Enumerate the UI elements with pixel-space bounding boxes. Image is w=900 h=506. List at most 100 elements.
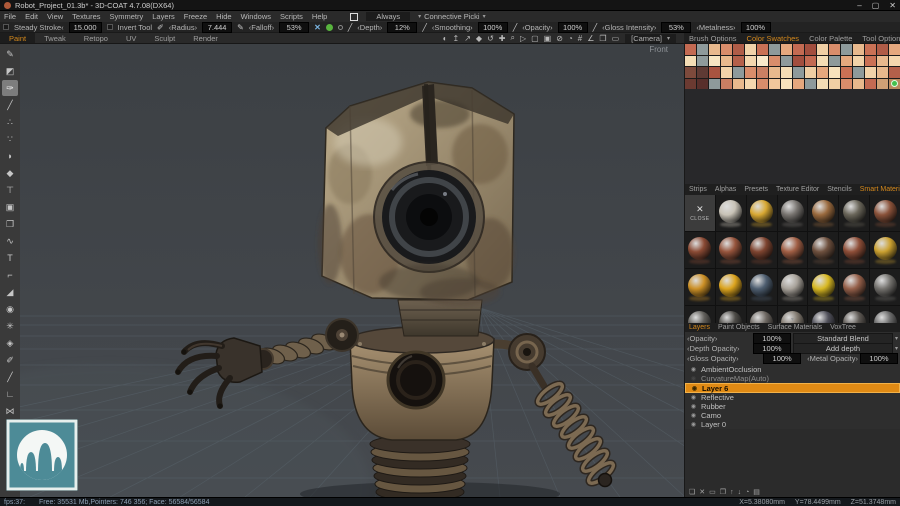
smart-material-thumbnail[interactable] [747, 195, 777, 231]
smoothing-value[interactable]: 100% [478, 22, 508, 33]
color-swatch[interactable] [877, 67, 888, 78]
layer-options-icon[interactable]: ▤ [753, 488, 760, 496]
eye-icon[interactable]: ◉ [690, 412, 697, 419]
color-swatch[interactable] [829, 67, 840, 78]
color-swatch[interactable] [697, 67, 708, 78]
color-swatch[interactable] [793, 67, 804, 78]
color-swatch[interactable] [697, 79, 708, 90]
pen-pressure-icon[interactable]: ╱ [348, 23, 353, 32]
frame-icon[interactable]: ▢ [531, 34, 539, 43]
timer-icon[interactable]: ◔ [568, 34, 573, 43]
close-button[interactable]: ✕ [889, 1, 896, 10]
maximize-button[interactable]: ▢ [872, 1, 880, 10]
Stencils[interactable]: Stencils [823, 186, 856, 193]
Render[interactable]: Render [184, 33, 227, 43]
color-swatch[interactable] [805, 44, 816, 55]
color-swatch[interactable] [769, 44, 780, 55]
smart-material-thumbnail[interactable] [747, 306, 777, 323]
layer-row[interactable]: ◉ CurvatureMap(Auto) [685, 374, 900, 383]
minimize-button[interactable]: – [857, 1, 861, 10]
color-swatch[interactable] [781, 79, 792, 90]
film-icon[interactable]: ▭ [612, 34, 620, 43]
smart-material-thumbnail[interactable] [808, 306, 838, 323]
Color Palette[interactable]: Color Palette [804, 34, 857, 43]
color-swatch[interactable] [709, 56, 720, 67]
color-swatch[interactable] [733, 67, 744, 78]
Surface Materials[interactable]: Surface Materials [764, 324, 826, 331]
color-swatch[interactable] [745, 44, 756, 55]
color-swatch[interactable] [853, 56, 864, 67]
smart-material-thumbnail[interactable] [747, 232, 777, 268]
menu-item[interactable]: Textures [72, 12, 100, 21]
menu-item[interactable]: Scripts [280, 12, 303, 21]
viewport-3d[interactable]: Front [20, 44, 684, 497]
close-material-button[interactable]: ✕ CLOSE [685, 195, 715, 231]
color-swatch[interactable] [793, 44, 804, 55]
line-tool-icon[interactable]: ╱ [2, 97, 18, 113]
layer-row[interactable]: ◉ Rubber [685, 402, 900, 411]
color-swatch[interactable] [877, 44, 888, 55]
menu-item[interactable]: Windows [241, 12, 271, 21]
always-dropdown[interactable]: Always [366, 12, 410, 21]
VoxTree[interactable]: VoxTree [826, 324, 860, 331]
color-swatch[interactable] [865, 67, 876, 78]
color-swatch[interactable] [769, 79, 780, 90]
rect-select-tool-icon[interactable]: ▣ [2, 199, 18, 215]
gear-tool-icon[interactable]: ✳ [2, 318, 18, 334]
Texture Editor[interactable]: Texture Editor [772, 186, 823, 193]
smart-material-thumbnail[interactable] [778, 232, 808, 268]
color-swatch[interactable] [697, 44, 708, 55]
smart-material-thumbnail[interactable] [870, 232, 900, 268]
color-swatch[interactable] [709, 79, 720, 90]
pick-icon[interactable]: ↥ [453, 34, 460, 43]
Paint[interactable]: Paint [0, 33, 35, 43]
pen-pressure-icon[interactable]: ╱ [513, 23, 518, 32]
color-swatch[interactable] [793, 56, 804, 67]
smart-material-thumbnail[interactable] [870, 195, 900, 231]
color-swatch[interactable] [757, 56, 768, 67]
color-swatch[interactable] [721, 79, 732, 90]
clone-tool-icon[interactable]: ❐ [2, 216, 18, 232]
Strips[interactable]: Strips [685, 186, 711, 193]
color-swatch[interactable] [757, 67, 768, 78]
color-swatch[interactable] [889, 56, 900, 67]
spray-tool-icon[interactable]: ∴ [2, 114, 18, 130]
Smart Materials[interactable]: Smart Materials [856, 186, 900, 193]
menu-item[interactable]: Edit [25, 12, 38, 21]
new-layer-icon[interactable]: ❏ [689, 488, 695, 496]
delete-layer-icon[interactable]: ✕ [699, 488, 705, 496]
color-swatch[interactable] [721, 56, 732, 67]
UV[interactable]: UV [117, 33, 145, 43]
color-swatch[interactable] [889, 44, 900, 55]
color-swatch[interactable] [817, 44, 828, 55]
smart-material-thumbnail[interactable] [685, 306, 715, 323]
smart-material-thumbnail[interactable] [685, 232, 715, 268]
material-preview-button[interactable] [350, 13, 358, 21]
Tweak[interactable]: Tweak [35, 33, 75, 43]
color-swatch[interactable] [757, 79, 768, 90]
blob-tool-icon[interactable]: ◆ [2, 165, 18, 181]
falloff-value[interactable]: 53% [279, 22, 309, 33]
color-swatch[interactable] [841, 79, 852, 90]
eye-icon[interactable]: ◉ [690, 394, 697, 401]
color-swatch[interactable] [685, 67, 696, 78]
color-swatch[interactable] [853, 67, 864, 78]
color-swatch[interactable] [781, 56, 792, 67]
Layers[interactable]: Layers [685, 324, 714, 331]
zoom-icon[interactable]: ⌕ [510, 33, 514, 43]
invert-tool-checkbox[interactable] [107, 24, 113, 30]
color-swatch[interactable] [685, 44, 696, 55]
smart-material-thumbnail[interactable] [685, 269, 715, 305]
Retopo[interactable]: Retopo [75, 33, 117, 43]
smart-material-thumbnail[interactable] [808, 232, 838, 268]
gloss-intensity-value[interactable]: 53% [661, 22, 691, 33]
color-swatch[interactable] [817, 67, 828, 78]
eye-icon[interactable]: ◉ [690, 421, 697, 428]
menu-item[interactable]: View [47, 12, 63, 21]
brush-tool-icon[interactable]: ✑ [2, 80, 18, 96]
folder-icon[interactable]: ▭ [709, 488, 716, 496]
layer-row[interactable]: ◉ Layer 6 [685, 383, 900, 393]
Presets[interactable]: Presets [740, 186, 772, 193]
play-icon[interactable]: ▷ [520, 34, 526, 43]
menu-item[interactable]: Freeze [184, 12, 207, 21]
